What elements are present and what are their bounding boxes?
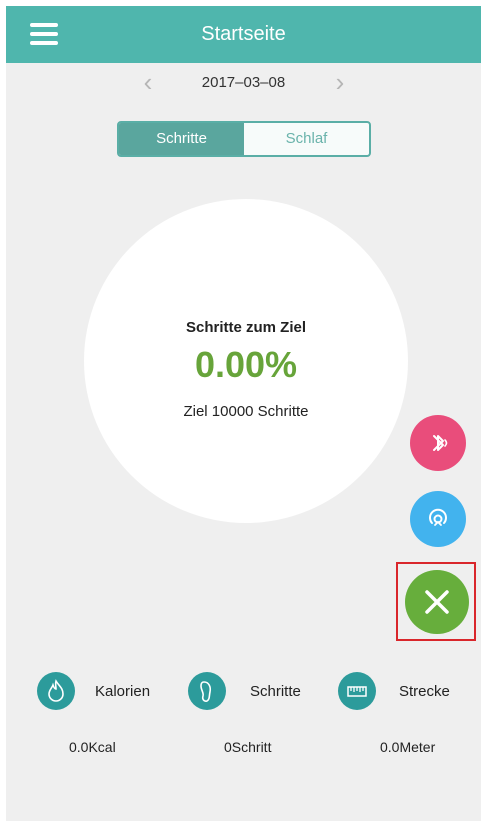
calories-label: Kalorien: [95, 683, 151, 700]
tab-schlaf[interactable]: Schlaf: [244, 123, 369, 155]
bluetooth-button[interactable]: [410, 415, 466, 471]
next-day-chevron-icon[interactable]: ›: [329, 68, 351, 96]
sync-icon: [429, 508, 447, 526]
calories-value: 0.0Kcal: [69, 739, 116, 755]
progress-circle: Schritte zum Ziel 0.00% Ziel 10000 Schri…: [84, 199, 408, 523]
footprint-icon: [200, 681, 212, 702]
distance-label: Strecke: [399, 683, 450, 700]
tab-schritte[interactable]: Schritte: [119, 123, 244, 155]
ruler-icon: [347, 686, 367, 697]
page-title: Startseite: [201, 23, 286, 45]
steps-value: 0Schritt: [224, 739, 272, 755]
steps-label: Schritte: [250, 683, 301, 700]
calories-icon-circle: [37, 672, 75, 710]
flame-icon: [48, 679, 64, 702]
date-navigator: ‹ 2017–03–08 ›: [6, 68, 481, 98]
steps-icon-circle: [188, 672, 226, 710]
bluetooth-icon: [433, 435, 448, 451]
mode-segmented-control: Schritte Schlaf: [117, 121, 371, 157]
highlight-annotation: [396, 562, 476, 641]
progress-label: Schritte zum Ziel: [185, 319, 307, 336]
goal-text: Ziel 10000 Schritte: [183, 403, 309, 420]
current-date: 2017–03–08: [201, 74, 286, 91]
sync-button[interactable]: [410, 491, 466, 547]
app-screen: Startseite ‹ 2017–03–08 › Schritte Schla…: [6, 6, 481, 821]
top-app-bar: Startseite: [6, 6, 481, 63]
distance-icon-circle: [338, 672, 376, 710]
progress-percent: 0.00%: [194, 344, 298, 385]
distance-value: 0.0Meter: [380, 739, 436, 755]
